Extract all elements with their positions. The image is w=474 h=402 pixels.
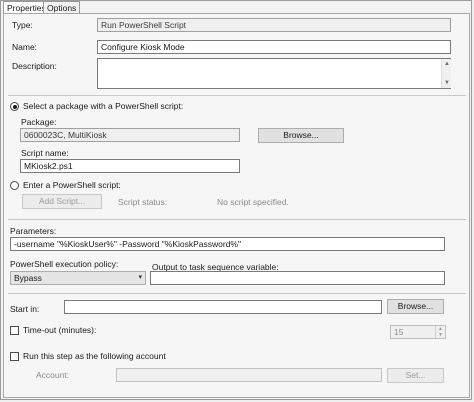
stepper-down-icon[interactable]: ▼ [436,332,445,338]
start-in-label: Start in: [10,304,40,314]
description-scrollbar[interactable]: ▲ ▼ [441,59,451,88]
account-set-button[interactable]: Set... [387,368,444,383]
properties-dialog: Properties Options Type: Run PowerShell … [0,0,472,400]
scroll-up-icon[interactable]: ▲ [444,61,450,67]
execution-policy-value: Bypass [14,273,42,283]
script-radio[interactable] [10,181,19,190]
package-browse-button[interactable]: Browse... [258,128,344,143]
divider [8,293,466,294]
parameters-field[interactable]: -username "%KioskUser%" -Password "%Kios… [10,237,445,251]
start-in-field[interactable] [64,300,382,314]
package-field: 0600023C, MultiKiosk [20,128,240,142]
execution-policy-label: PowerShell execution policy: [10,259,119,269]
stepper-arrows[interactable]: ▲ ▼ [435,326,445,338]
scroll-down-icon[interactable]: ▼ [444,80,450,86]
divider [8,95,466,96]
run-as-checkbox[interactable] [10,352,19,361]
execution-policy-select[interactable]: Bypass ▾ [10,271,146,285]
package-label: Package: [21,117,57,127]
start-in-browse-button[interactable]: Browse... [387,299,444,314]
package-option-label: Select a package with a PowerShell scrip… [23,101,184,111]
timeout-checkbox[interactable] [10,326,19,335]
add-script-button[interactable]: Add Script... [22,194,102,209]
chevron-down-icon: ▾ [138,274,142,281]
description-label: Description: [12,61,57,71]
script-status-label: Script status: [118,197,168,207]
script-status-value: No script specified. [217,197,289,207]
output-variable-field[interactable] [150,271,445,285]
properties-panel: Type: Run PowerShell Script Name: Config… [3,13,470,398]
script-name-field[interactable]: MKiosk2.ps1 [20,159,240,173]
timeout-value: 15 [394,327,404,337]
parameters-label: Parameters: [10,226,57,236]
type-field: Run PowerShell Script [97,18,451,32]
script-name-label: Script name: [21,148,69,158]
name-field[interactable]: Configure Kiosk Mode [97,40,451,54]
name-label: Name: [12,42,38,52]
account-field[interactable] [116,368,382,382]
divider [8,219,466,220]
package-radio[interactable] [10,102,19,111]
run-as-label: Run this step as the following account [23,351,166,361]
type-label: Type: [12,20,33,30]
timeout-stepper[interactable]: 15 ▲ ▼ [390,325,446,339]
description-field[interactable] [97,58,451,89]
account-label: Account: [36,370,70,380]
timeout-label: Time-out (minutes): [23,325,97,335]
tab-options[interactable]: Options [43,1,81,13]
script-option-label: Enter a PowerShell script: [23,180,121,190]
